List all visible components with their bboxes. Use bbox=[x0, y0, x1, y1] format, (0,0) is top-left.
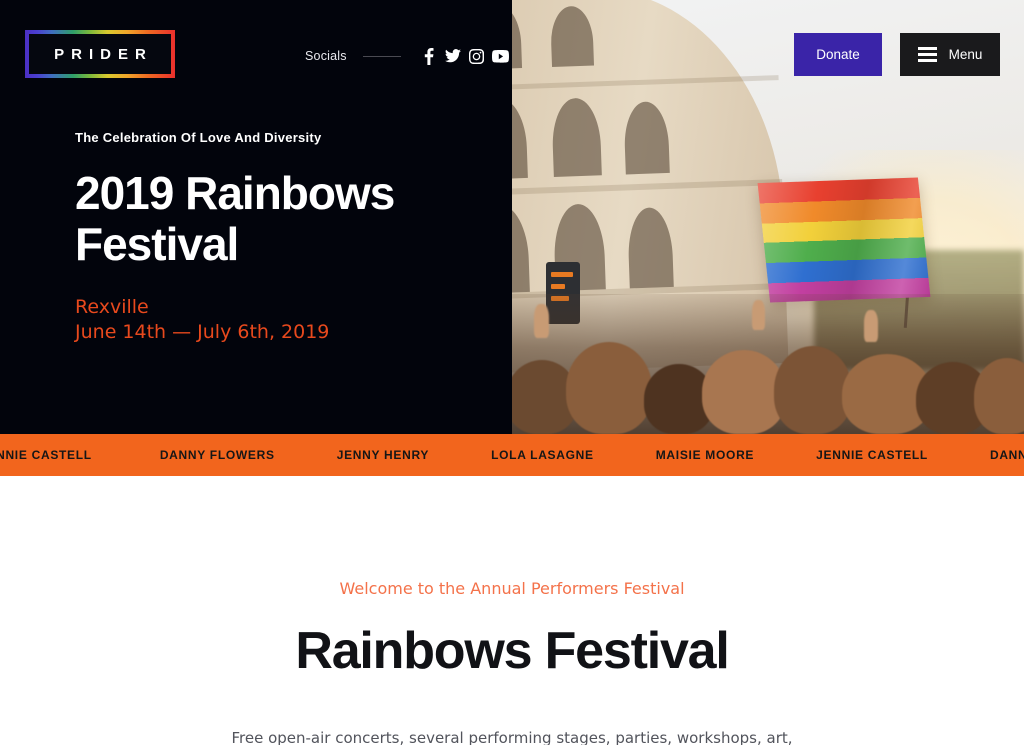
ticker-item[interactable]: JENNIE CASTELL bbox=[0, 448, 92, 462]
hero-dark-panel: PRIDER Socials The Celebration Of Love A… bbox=[0, 0, 512, 434]
ticker-item[interactable]: MAISIE MOORE bbox=[656, 448, 754, 462]
hero-actions: Donate Menu bbox=[794, 33, 1000, 76]
hamburger-icon bbox=[917, 47, 937, 62]
instagram-icon[interactable] bbox=[465, 45, 489, 67]
hero-location: Rexville bbox=[75, 296, 149, 319]
ticker-item[interactable]: LOLA LASAGNE bbox=[491, 448, 594, 462]
ticker-item[interactable]: JENNY HENRY bbox=[337, 448, 429, 462]
hero-meta: Rexville June 14th — July 6th, 2019 bbox=[75, 295, 495, 345]
brand-logo[interactable]: PRIDER bbox=[25, 30, 175, 78]
ticker-item[interactable]: DANNY FLOWERS bbox=[160, 448, 275, 462]
section-eyebrow: Welcome to the Annual Performers Festiva… bbox=[339, 579, 685, 598]
menu-button[interactable]: Menu bbox=[900, 33, 1000, 76]
ticker-item[interactable]: DANNY FLOWERS bbox=[990, 448, 1024, 462]
hero-kicker: The Celebration Of Love And Diversity bbox=[75, 130, 322, 145]
building-band bbox=[512, 179, 783, 199]
main-content: Welcome to the Annual Performers Festiva… bbox=[0, 476, 1024, 745]
hero-title: 2019 Rainbows Festival bbox=[75, 168, 495, 269]
facebook-icon[interactable] bbox=[417, 45, 441, 67]
arch bbox=[623, 100, 670, 175]
rainbow-pride-flag bbox=[757, 177, 931, 303]
arch bbox=[512, 97, 528, 180]
page-title: Rainbows Festival bbox=[295, 622, 729, 680]
raised-hand bbox=[864, 310, 878, 342]
person-head bbox=[774, 346, 852, 434]
arch bbox=[549, 5, 595, 67]
raised-hand bbox=[534, 304, 549, 338]
hero-section: PRIDER Socials The Celebration Of Love A… bbox=[0, 0, 1024, 434]
arch bbox=[512, 4, 523, 70]
raised-hand bbox=[752, 300, 765, 330]
hero-title-line-1: 2019 Rainbows bbox=[75, 167, 395, 219]
performers-ticker[interactable]: JENNIE CASTELL DANNY FLOWERS JENNY HENRY… bbox=[0, 434, 1024, 476]
hero-copy: The Celebration Of Love And Diversity 20… bbox=[75, 130, 495, 345]
crowd bbox=[512, 294, 1024, 434]
arch bbox=[551, 97, 602, 177]
arch bbox=[627, 206, 674, 289]
person-head bbox=[974, 358, 1024, 434]
sign-line bbox=[551, 284, 565, 289]
twitter-icon[interactable] bbox=[441, 45, 465, 67]
menu-button-label: Menu bbox=[948, 47, 983, 62]
youtube-icon[interactable] bbox=[489, 45, 513, 67]
sign-line bbox=[551, 272, 573, 277]
intro-paragraph: Free open-air concerts, several performi… bbox=[231, 729, 793, 745]
brand-logo-inner: PRIDER bbox=[29, 34, 171, 74]
hero-title-line-2: Festival bbox=[75, 217, 239, 270]
building-band bbox=[512, 75, 779, 95]
donate-button[interactable]: Donate bbox=[794, 33, 882, 76]
ticker-item[interactable]: JENNIE CASTELL bbox=[816, 448, 928, 462]
brand-logo-text: PRIDER bbox=[54, 45, 153, 63]
socials-divider bbox=[362, 55, 401, 57]
hero-dates: June 14th — July 6th, 2019 bbox=[75, 321, 330, 344]
person-head bbox=[566, 342, 652, 434]
socials-label: Socials bbox=[305, 49, 347, 63]
socials-group: Socials bbox=[305, 45, 513, 67]
arch bbox=[512, 203, 530, 294]
